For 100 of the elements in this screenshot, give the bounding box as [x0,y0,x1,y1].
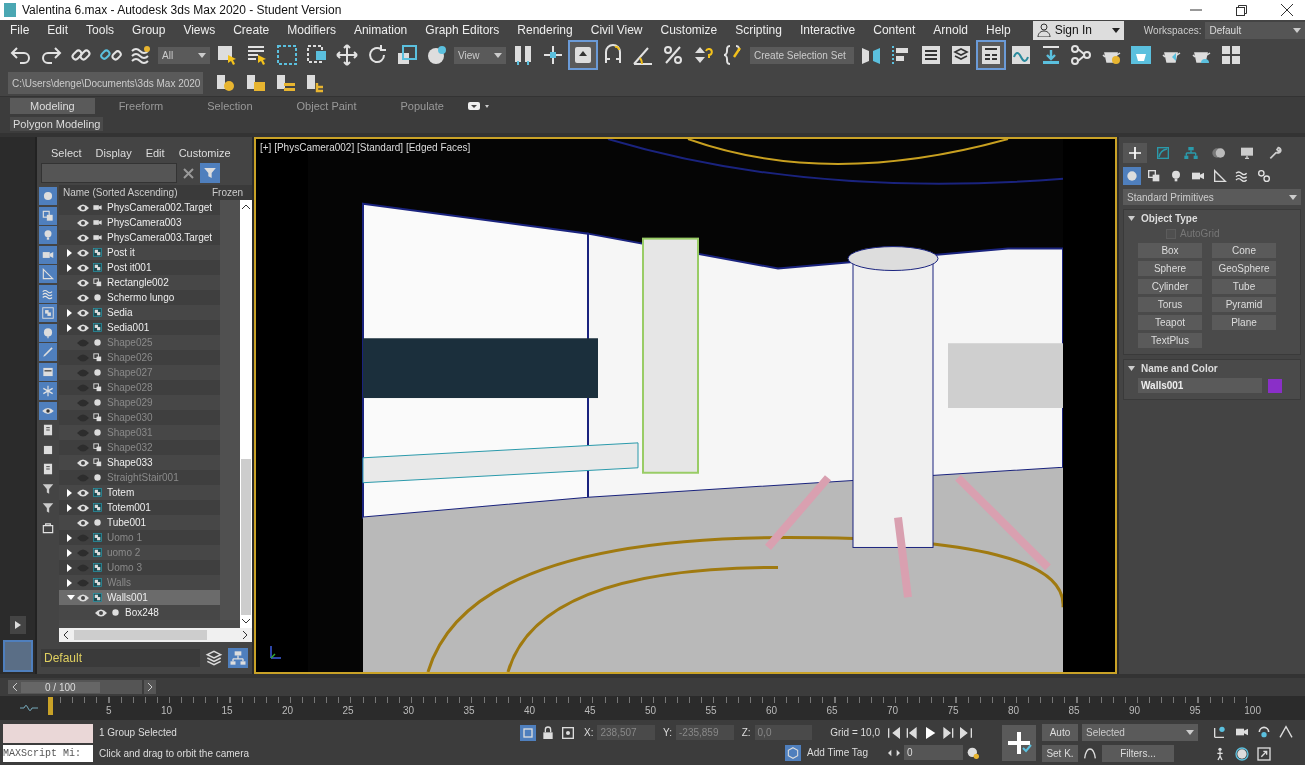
previous-icon[interactable] [12,683,17,691]
menu-item[interactable]: Rendering [511,23,579,37]
gears-icon[interactable] [1255,167,1273,185]
viewport-label[interactable]: [+] [PhysCamera002] [Standard] [Edged Faces] [260,142,471,153]
menu-item[interactable]: Views [177,23,222,37]
time-marker[interactable] [48,697,53,715]
scene-object-row[interactable]: Walls001 [59,590,240,605]
eye-icon[interactable] [77,323,89,332]
scene-object-row[interactable]: Post it001 [59,260,240,275]
set-key-mode-button[interactable]: Set K. [1042,744,1078,762]
menu-item[interactable]: Customize [654,23,724,37]
object-name-field[interactable]: Walls001 [1138,378,1262,393]
restore-icon[interactable] [1236,4,1247,16]
maximize-viewport-icon[interactable] [1256,745,1272,762]
time-slider-thumb[interactable]: 0 / 100 [21,681,100,693]
camera-filter-icon[interactable] [39,245,57,264]
auto-key-button[interactable]: Auto [1042,723,1078,741]
menu-item[interactable]: Animation [347,23,414,37]
funnel-icon[interactable] [200,163,220,183]
key-tangent-icon[interactable] [1082,745,1098,761]
light-filter-icon[interactable] [39,226,57,244]
primitive-button[interactable]: TextPlus [1138,333,1202,348]
scroll-down-icon[interactable] [242,619,250,624]
search-field[interactable] [41,163,177,183]
scene-object-row[interactable]: PhysCamera002.Target [59,200,240,215]
shapes-filter-icon[interactable] [39,206,57,225]
next-icon[interactable] [144,680,156,694]
triangle-filter-icon[interactable] [39,265,57,283]
scrollbar-thumb[interactable] [74,630,207,640]
column-header[interactable]: Frozen [212,187,252,198]
collapse-arrow-icon[interactable] [1128,216,1135,221]
menu-item[interactable]: File [4,23,36,37]
menu-item[interactable]: Edit [145,147,165,159]
plus-icon[interactable] [1123,143,1147,163]
category-dropdown[interactable]: Standard Primitives [1123,189,1301,205]
scene-object-row[interactable]: PhysCamera003.Target [59,230,240,245]
menu-item[interactable]: Modifiers [281,23,342,37]
up-arrow-key-icon[interactable] [570,42,596,68]
scene-object-row[interactable]: Schermo lungo [59,290,240,305]
column-header[interactable]: Name (Sorted Ascending) [59,187,212,198]
menu-item[interactable]: Scripting [729,23,788,37]
primitive-button[interactable]: Torus [1138,297,1202,312]
menu-item[interactable]: Create [227,23,276,37]
sign-in-dropdown[interactable]: Sign In [1032,20,1124,40]
menu-item[interactable]: Display [95,147,132,159]
go-start-icon[interactable] [886,724,902,741]
menu-item[interactable]: Edit [41,23,75,37]
key-filter-dropdown[interactable]: Selected [1082,723,1198,741]
eye-icon[interactable] [77,458,89,467]
absolute-mode-icon[interactable] [560,724,576,741]
curve-editor-icon[interactable] [20,703,38,713]
scroll-up-icon[interactable] [242,204,250,209]
scrollbar-thumb[interactable] [241,459,251,615]
group-filter-icon[interactable] [39,304,57,322]
primitive-button[interactable]: Plane [1212,315,1276,330]
lock-icon[interactable] [540,724,556,741]
menu-item[interactable]: Help [979,23,1017,37]
orbit-sphere-icon[interactable] [1234,745,1250,762]
scene-object-row[interactable]: Sedia001 [59,320,240,335]
layers-icon[interactable] [204,648,224,668]
menu-item[interactable]: Content [867,23,922,37]
menu-item[interactable]: Interactive [793,23,862,37]
selection-filter-dropdown[interactable]: All [158,46,210,64]
previous-frame-icon[interactable] [904,724,920,741]
menu-item[interactable]: Tools [80,23,121,37]
snowflake-filter-icon[interactable] [39,382,57,400]
close-icon[interactable] [1281,4,1293,16]
nodes-icon[interactable] [1068,42,1094,68]
set-key-button[interactable] [1002,724,1036,761]
ribbon-tab[interactable]: Selection [187,98,273,114]
workspaces-dropdown[interactable]: Default [1205,21,1305,39]
layer-dropdown[interactable]: Default [41,649,200,667]
primitive-button[interactable]: Cone [1212,243,1276,258]
triangle-icon[interactable] [1211,167,1229,185]
eye-icon[interactable] [77,503,89,512]
add-time-tag-button[interactable]: Add Time Tag [785,744,868,761]
collapse-arrow-icon[interactable] [67,595,75,600]
key-filters-button[interactable]: Filters... [1102,744,1174,762]
expand-button[interactable] [9,616,26,634]
primitive-button[interactable]: Cylinder [1138,279,1202,294]
wave-filter-icon[interactable] [39,284,57,303]
ribbon-tab[interactable]: Populate [380,98,464,114]
time-slider-track[interactable]: 0 / 100 [8,680,142,694]
eye-filter-icon[interactable] [39,401,57,420]
ribbon-tab[interactable]: Modeling [10,98,95,114]
scroll-right-icon[interactable] [243,631,248,639]
primitive-button[interactable]: Box [1138,243,1202,258]
eye-icon[interactable] [95,608,107,617]
eye-icon[interactable] [77,263,89,272]
menu-item[interactable]: Group [126,23,172,37]
eye-icon[interactable] [77,218,89,227]
eye-icon[interactable] [77,203,89,212]
reference-coordinate-dropdown[interactable]: View [454,46,506,64]
menu-item[interactable]: Graph Editors [419,23,506,37]
isolate-icon[interactable] [520,724,536,741]
selection-set-dropdown[interactable]: Create Selection Set [750,46,854,64]
eye-icon[interactable] [77,233,89,242]
rollout-title[interactable]: Name and Color [1141,363,1218,374]
rollout-title[interactable]: Object Type [1141,213,1198,224]
menu-item[interactable]: Civil View [584,23,649,37]
